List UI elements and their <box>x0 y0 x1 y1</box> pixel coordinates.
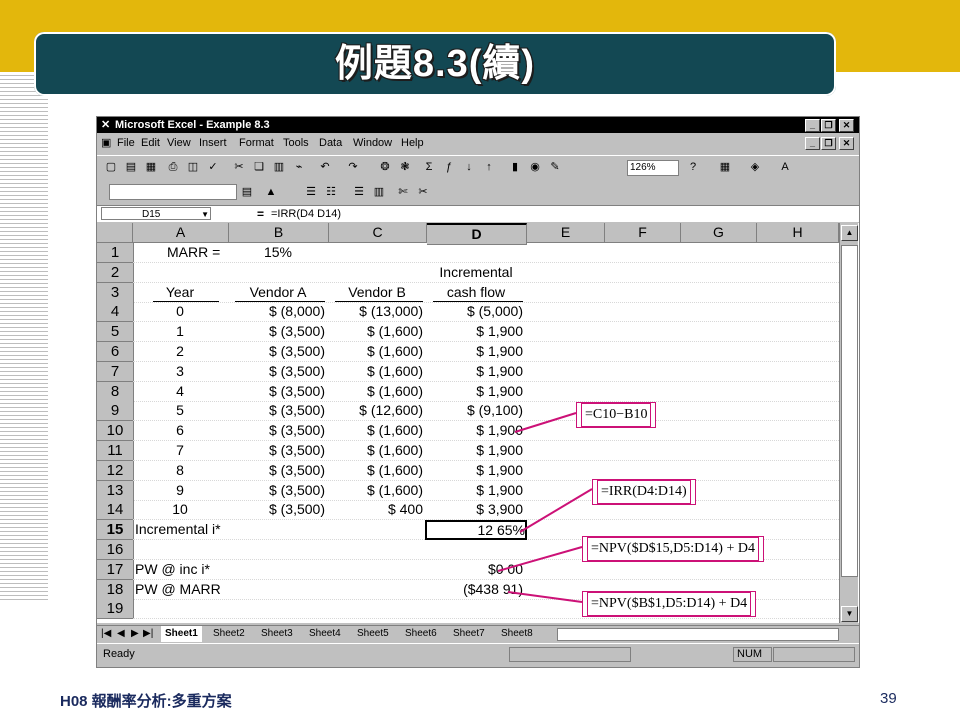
callout-irr: =IRR(D4:D14) <box>592 479 696 505</box>
callout-c10-text: =C10−B10 <box>581 403 652 427</box>
callout-npv-marr: =NPV($B$1,D5:D14) + D4 <box>582 591 757 617</box>
page-number: 39 <box>880 690 897 707</box>
leader-line-irr <box>519 488 593 533</box>
callout-npv-marr-text: =NPV($B$1,D5:D14) + D4 <box>587 592 752 616</box>
callout-irr-text: =IRR(D4:D14) <box>597 480 691 504</box>
callout-npv-inc-text: =NPV($D$15,D5:D14) + D4 <box>587 537 759 561</box>
footer-course-title: H08 報酬率分析:多重方案 <box>60 693 232 710</box>
callout-c10-minus-b10: =C10−B10 <box>576 402 657 428</box>
leader-line-npv-marr <box>507 591 583 603</box>
leader-line-c10 <box>514 412 577 433</box>
callout-npv-inc: =NPV($D$15,D5:D14) + D4 <box>582 536 764 562</box>
leader-line-npv-inc <box>497 546 583 572</box>
callout-leader-lines <box>497 412 593 603</box>
